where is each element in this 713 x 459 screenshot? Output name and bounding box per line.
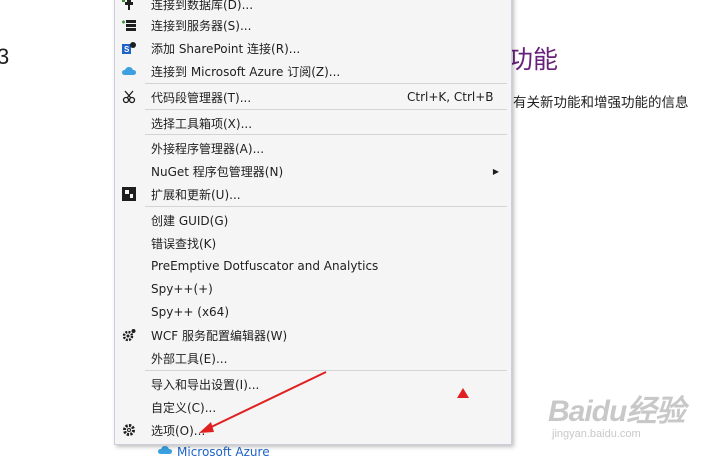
watermark-main: Baidu经验	[548, 395, 685, 428]
baidu-watermark: Baidu经验 jingyan.baidu.com	[548, 386, 685, 440]
